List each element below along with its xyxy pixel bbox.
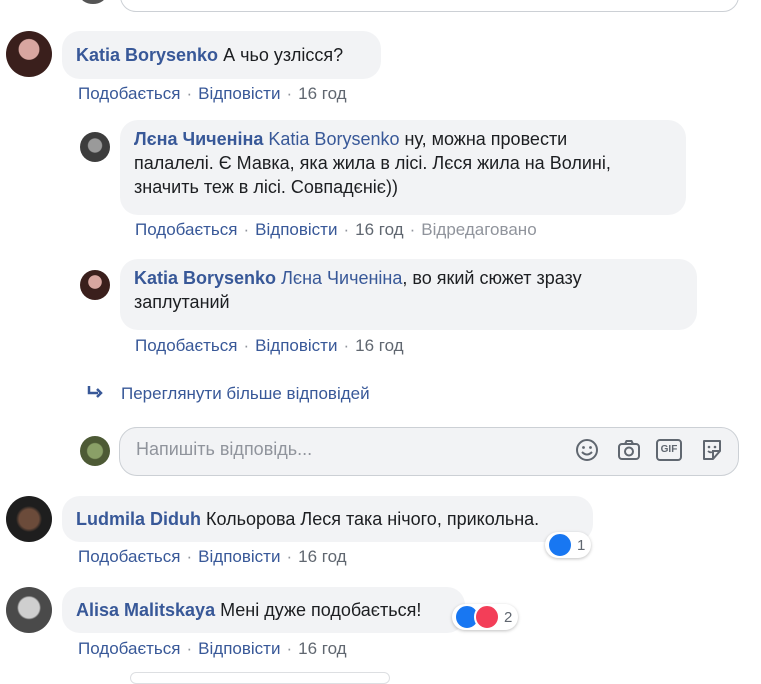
avatar-alisa-malitskaya[interactable]: [6, 587, 52, 633]
separator: ·: [186, 547, 193, 566]
reply-text: палалелі. Є Мавка, яка жила в лісі. Лєся…: [134, 153, 611, 173]
like-link[interactable]: Подобається: [135, 336, 238, 355]
reply-input-placeholder: Напишіть відповідь...: [136, 439, 313, 459]
comment-bubble: Alisa Malitskaya Мені дуже подобається!: [62, 587, 465, 633]
reply-text: значить теж в лісі. Совпадєніє)): [134, 177, 398, 197]
mention-link[interactable]: Katia Borysenko: [268, 129, 399, 149]
gif-icon[interactable]: GIF: [656, 439, 682, 461]
comment-actions: Подобається · Відповісти · 16 год: [78, 84, 347, 104]
reply-link[interactable]: Відповісти: [255, 336, 337, 355]
reply-actions: Подобається · Відповісти · 16 год: [135, 336, 404, 356]
timestamp[interactable]: 16 год: [355, 336, 403, 355]
separator: ·: [343, 336, 350, 355]
sticker-icon[interactable]: [699, 437, 725, 468]
like-link[interactable]: Подобається: [78, 547, 181, 566]
avatar[interactable]: [80, 0, 106, 4]
reply-arrow-icon[interactable]: [86, 386, 104, 405]
comment-actions: Подобається · Відповісти · 16 год: [78, 639, 347, 659]
previous-reply-box-edge: [120, 0, 739, 12]
avatar-ludmila-diduh[interactable]: [6, 496, 52, 542]
separator: ·: [243, 336, 250, 355]
reply-author[interactable]: Лєна Чиченіна: [134, 129, 263, 149]
love-icon: [474, 604, 500, 630]
next-comment-edge: [130, 672, 390, 684]
like-icon: [547, 532, 573, 558]
reply-actions: Подобається · Відповісти · 16 год · Відредагов…: [135, 220, 537, 240]
reply-link[interactable]: Відповісти: [255, 220, 337, 239]
camera-icon[interactable]: [616, 437, 642, 468]
comment-bubble: Katia Borysenko А чьо узлісся?: [62, 31, 381, 79]
separator: ·: [343, 220, 350, 239]
comment-author[interactable]: Katia Borysenko: [76, 45, 218, 65]
comment-bubble: Ludmila Diduh Кольорова Леся така нічого…: [62, 496, 593, 542]
reply-bubble: Лєна Чиченіна Katia Borysenko ну, можна …: [120, 120, 686, 215]
reply-author[interactable]: Katia Borysenko: [134, 268, 276, 288]
timestamp[interactable]: 16 год: [298, 639, 346, 658]
reaction-count: 2: [504, 608, 513, 626]
separator: ·: [409, 220, 416, 239]
comment-text: Кольорова Леся така нічого, прикольна.: [206, 509, 540, 529]
current-user-avatar[interactable]: [80, 436, 110, 466]
separator: ·: [186, 84, 193, 103]
comment-author[interactable]: Ludmila Diduh: [76, 509, 201, 529]
comment-author[interactable]: Alisa Malitskaya: [76, 600, 215, 620]
timestamp[interactable]: 16 год: [298, 84, 346, 103]
avatar-lena-chychenina[interactable]: [80, 132, 110, 162]
reactions-summary[interactable]: 1: [545, 532, 592, 558]
separator: ·: [243, 220, 250, 239]
reply-text: , во який сюжет зразу: [402, 268, 582, 288]
view-more-replies-link[interactable]: Переглянути більше відповідей: [121, 384, 370, 404]
avatar-katia-borysenko[interactable]: [80, 270, 110, 300]
like-link[interactable]: Подобається: [135, 220, 238, 239]
comment-text: А чьо узлісся?: [223, 45, 344, 65]
separator: ·: [286, 84, 293, 103]
reply-text: ну, можна провести: [399, 129, 568, 149]
reaction-count: 1: [577, 536, 586, 554]
separator: ·: [286, 547, 293, 566]
separator: ·: [186, 639, 193, 658]
reactions-summary[interactable]: 2: [452, 604, 519, 630]
comment-actions: Подобається · Відповісти · 16 год: [78, 547, 347, 567]
reply-link[interactable]: Відповісти: [198, 84, 280, 103]
edited-label[interactable]: Відредаговано: [421, 220, 536, 239]
emoji-icon[interactable]: [574, 437, 600, 468]
avatar-katia-borysenko[interactable]: [6, 31, 52, 77]
like-link[interactable]: Подобається: [78, 639, 181, 658]
like-link[interactable]: Подобається: [78, 84, 181, 103]
timestamp[interactable]: 16 год: [355, 220, 403, 239]
comment-text: Мені дуже подобається!: [220, 600, 422, 620]
reply-input[interactable]: Напишіть відповідь... GIF: [119, 427, 739, 476]
timestamp[interactable]: 16 год: [298, 547, 346, 566]
mention-link[interactable]: Лєна Чиченіна: [281, 268, 402, 288]
separator: ·: [286, 639, 293, 658]
reply-link[interactable]: Відповісти: [198, 547, 280, 566]
reply-bubble: Katia Borysenko Лєна Чиченіна, во який с…: [120, 259, 697, 330]
reply-link[interactable]: Відповісти: [198, 639, 280, 658]
reply-text: заплутаний: [134, 292, 230, 312]
